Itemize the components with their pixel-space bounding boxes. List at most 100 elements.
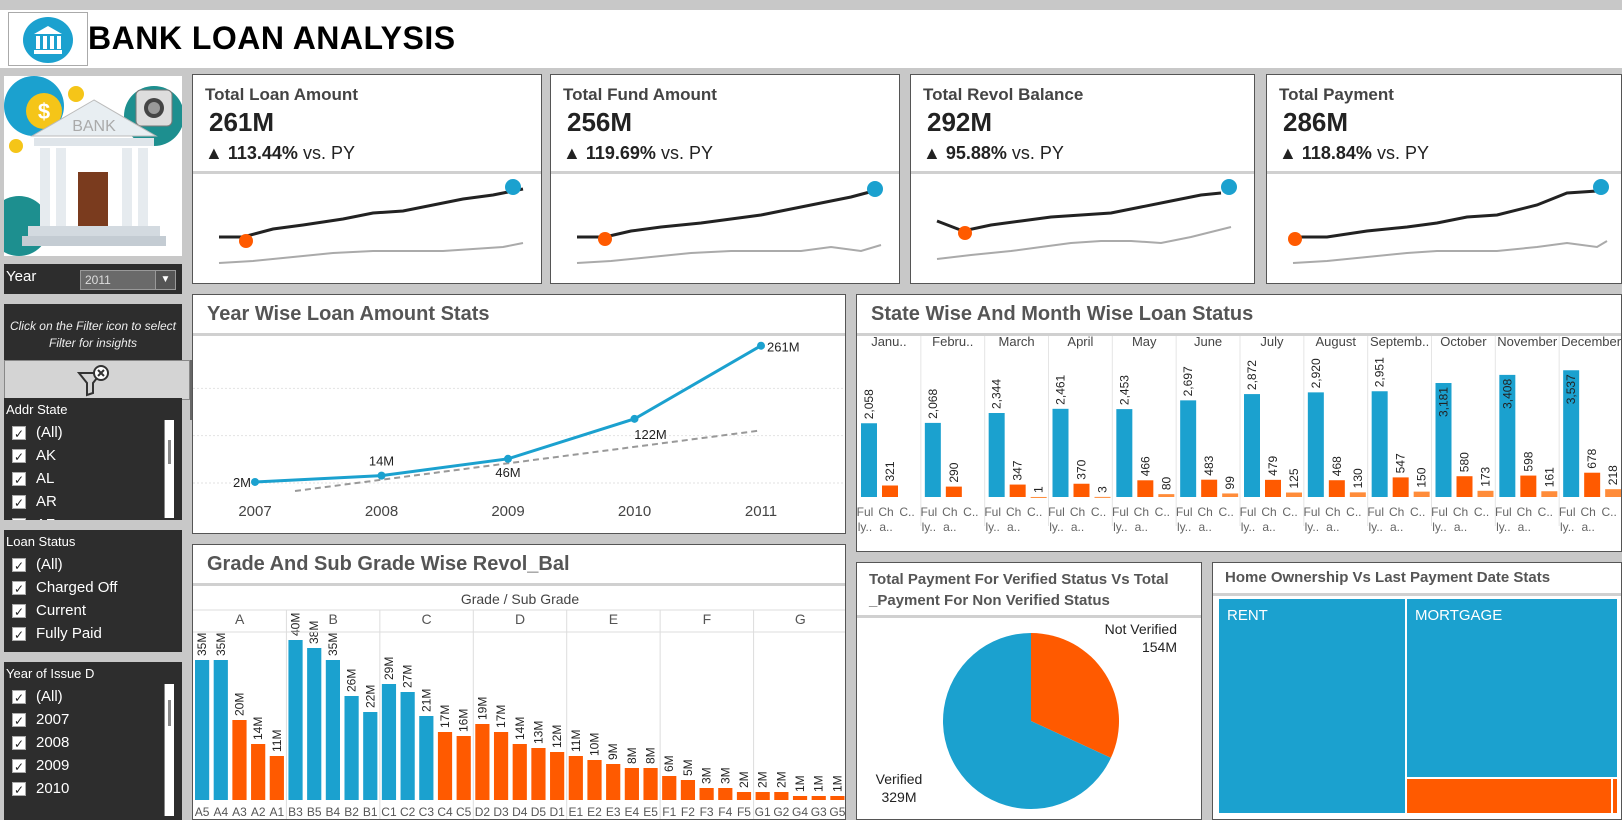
treemap-cell-label: MORTGAGE bbox=[1415, 607, 1503, 624]
bar-value-label: 2,951 bbox=[1373, 357, 1387, 387]
bar-value-label: 321 bbox=[883, 461, 897, 481]
state-month-chart: Janu..2,058Fully..321Cha..C..Febru..2,06… bbox=[857, 336, 1622, 534]
sub-category-label: C.. bbox=[1346, 505, 1361, 519]
checkbox-icon[interactable]: ✓ bbox=[12, 735, 26, 751]
checkbox-icon[interactable]: ✓ bbox=[12, 626, 26, 642]
x-tick-label: 2010 bbox=[618, 503, 651, 520]
bar-value-label: 35M bbox=[195, 633, 209, 656]
chevron-down-icon[interactable]: ▼ bbox=[155, 271, 175, 289]
bar bbox=[1265, 479, 1281, 497]
data-point bbox=[757, 341, 765, 350]
bar-value-label: 2,058 bbox=[862, 389, 876, 419]
bar-value-label: 3 bbox=[1096, 486, 1110, 493]
filter-option[interactable]: ✓ (All) bbox=[4, 685, 182, 708]
bar bbox=[400, 692, 415, 800]
sub-grade-label: B3 bbox=[288, 805, 303, 819]
bar-value-label: 21M bbox=[419, 689, 433, 712]
scrollbar[interactable] bbox=[164, 684, 174, 816]
bar-value-label: 22M bbox=[363, 685, 377, 708]
filter-option[interactable]: ✓ Charged Off bbox=[4, 576, 182, 599]
bar-value-label: 130 bbox=[1351, 468, 1365, 488]
filter-option[interactable]: ✓ 2008 bbox=[4, 731, 182, 754]
checkbox-icon[interactable]: ✓ bbox=[12, 603, 26, 619]
filter-option[interactable]: ✓ 2009 bbox=[4, 754, 182, 777]
checkbox-icon[interactable]: ✓ bbox=[12, 425, 26, 441]
treemap-cell-mortgage[interactable]: MORTGAGE bbox=[1407, 599, 1617, 777]
bar-value-label: 2M bbox=[756, 771, 770, 788]
sub-category-label: C.. bbox=[1410, 505, 1425, 519]
year-select[interactable]: 2011 ▼ bbox=[80, 270, 176, 290]
sub-grade-label: D1 bbox=[549, 805, 565, 819]
bar-value-label: 2,453 bbox=[1117, 375, 1131, 405]
sub-category-label: Ch bbox=[1261, 505, 1276, 519]
kpi-sparkline bbox=[1288, 179, 1609, 264]
scrollbar-thumb[interactable] bbox=[168, 700, 171, 726]
filter-option-label: 2008 bbox=[36, 734, 70, 751]
checkbox-icon[interactable]: ✓ bbox=[12, 781, 26, 797]
checkbox-icon[interactable]: ✓ bbox=[12, 689, 26, 705]
scrollbar-thumb[interactable] bbox=[168, 440, 171, 464]
filter-option[interactable]: ✓ AL bbox=[4, 467, 182, 490]
filter-option-label: AL bbox=[36, 470, 55, 487]
sub-grade-label: D5 bbox=[531, 805, 547, 819]
filter-option[interactable]: ✓ AK bbox=[4, 444, 182, 467]
sub-grade-label: G1 bbox=[755, 805, 771, 819]
bar bbox=[792, 796, 808, 800]
bar-value-label: 6M bbox=[662, 755, 676, 772]
checkbox-icon[interactable]: ✓ bbox=[12, 758, 26, 774]
filter-option[interactable]: ✓ (All) bbox=[4, 421, 182, 444]
bar bbox=[945, 486, 962, 497]
month-header: August bbox=[1316, 336, 1357, 349]
sub-category-label: ly.. bbox=[1368, 520, 1382, 534]
checkbox-icon[interactable]: ✓ bbox=[12, 712, 26, 728]
filter-option[interactable]: ✓ 2007 bbox=[4, 708, 182, 731]
scrollbar[interactable] bbox=[164, 420, 174, 518]
sub-category-label: a.. bbox=[1454, 520, 1467, 534]
bar-value-label: 2,068 bbox=[926, 389, 940, 419]
treemap-cell-other[interactable] bbox=[1613, 779, 1617, 813]
checkbox-icon[interactable]: ✓ bbox=[12, 448, 26, 464]
x-tick-label: 2007 bbox=[238, 503, 271, 520]
filter-option-label: AK bbox=[36, 447, 57, 464]
checkbox-icon[interactable]: ✓ bbox=[12, 557, 26, 573]
bar bbox=[1052, 408, 1069, 497]
bar bbox=[1073, 483, 1090, 497]
filter-option[interactable]: ✓ (All) bbox=[4, 553, 182, 576]
bar bbox=[1605, 489, 1621, 497]
kpi-card-total-payment: Total Payment 286M ▲ 118.84% vs. PY bbox=[1266, 74, 1622, 284]
sub-category-label: C.. bbox=[899, 505, 914, 519]
filter-option[interactable]: ✓ 2010 bbox=[4, 777, 182, 800]
bar-value-label: 11M bbox=[569, 730, 583, 752]
filter-option[interactable]: ✓ AZ bbox=[4, 513, 182, 520]
bar-value-label: 3,181 bbox=[1437, 387, 1451, 417]
checkbox-icon[interactable]: ✓ bbox=[12, 580, 26, 596]
checkbox-icon[interactable]: ✓ bbox=[12, 517, 26, 520]
sub-category-label: Ch bbox=[1389, 505, 1404, 519]
kpi-delta: ▲ 113.44% vs. PY bbox=[205, 143, 355, 164]
treemap-cell-rent[interactable]: RENT bbox=[1219, 599, 1405, 813]
month-header: December bbox=[1561, 336, 1622, 349]
filter-option[interactable]: ✓ AR bbox=[4, 490, 182, 513]
checkbox-icon[interactable]: ✓ bbox=[12, 471, 26, 487]
sub-grade-label: C2 bbox=[400, 805, 416, 819]
bar bbox=[774, 792, 789, 800]
filter-option[interactable]: ✓ Current bbox=[4, 599, 182, 622]
month-header: July bbox=[1260, 336, 1284, 349]
treemap-cell-own[interactable] bbox=[1407, 779, 1611, 813]
sub-category-label: a.. bbox=[1326, 520, 1339, 534]
filter-option[interactable]: ✓ Fully Paid bbox=[4, 622, 182, 645]
bar-value-label: 678 bbox=[1585, 448, 1599, 468]
month-header: Febru.. bbox=[932, 336, 973, 349]
kpi-delta-value: 95.88% bbox=[945, 143, 1007, 163]
bar-value-label: 2,872 bbox=[1245, 360, 1259, 390]
data-label: 122M bbox=[634, 427, 667, 442]
kpi-value: 286M bbox=[1283, 107, 1349, 137]
bar bbox=[1477, 490, 1494, 497]
home-treemap-panel: Home Ownership Vs Last Payment Date Stat… bbox=[1212, 562, 1622, 820]
bar bbox=[1244, 394, 1260, 497]
filter-toggle-button[interactable] bbox=[4, 360, 190, 400]
checkbox-icon[interactable]: ✓ bbox=[12, 494, 26, 510]
sub-category-label: ly.. bbox=[1177, 520, 1191, 534]
kpi-value: 256M bbox=[567, 107, 633, 137]
bar-value-label: 29M bbox=[382, 657, 396, 680]
